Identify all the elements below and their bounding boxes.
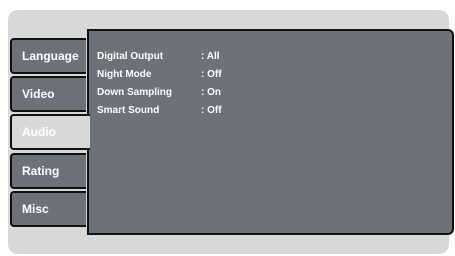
setting-label: Digital Output xyxy=(97,51,164,62)
setting-value: : On xyxy=(201,87,221,98)
tab-label: Rating xyxy=(22,164,60,178)
audio-settings-panel: Digital Output : All Night Mode : Off Do… xyxy=(87,29,454,235)
setting-down-sampling[interactable]: Down Sampling : On xyxy=(97,85,397,101)
setting-label: Night Mode xyxy=(97,69,152,80)
tab-misc[interactable]: Misc xyxy=(10,191,86,227)
tab-label: Language xyxy=(22,49,79,63)
tab-audio[interactable]: Audio xyxy=(10,114,90,150)
tab-rating[interactable]: Rating xyxy=(10,153,86,189)
setting-digital-output[interactable]: Digital Output : All xyxy=(97,49,397,65)
setting-value: : Off xyxy=(201,69,222,80)
setting-night-mode[interactable]: Night Mode : Off xyxy=(97,67,397,83)
tab-label: Misc xyxy=(22,202,49,216)
tab-label: Audio xyxy=(22,125,56,139)
setting-value: : All xyxy=(201,51,220,62)
setting-smart-sound[interactable]: Smart Sound : Off xyxy=(97,103,397,119)
setting-label: Down Sampling xyxy=(97,87,172,98)
tab-language[interactable]: Language xyxy=(10,38,86,74)
tab-label: Video xyxy=(22,87,55,101)
setting-value: : Off xyxy=(201,105,222,116)
tab-video[interactable]: Video xyxy=(10,76,86,112)
setting-label: Smart Sound xyxy=(97,105,160,116)
